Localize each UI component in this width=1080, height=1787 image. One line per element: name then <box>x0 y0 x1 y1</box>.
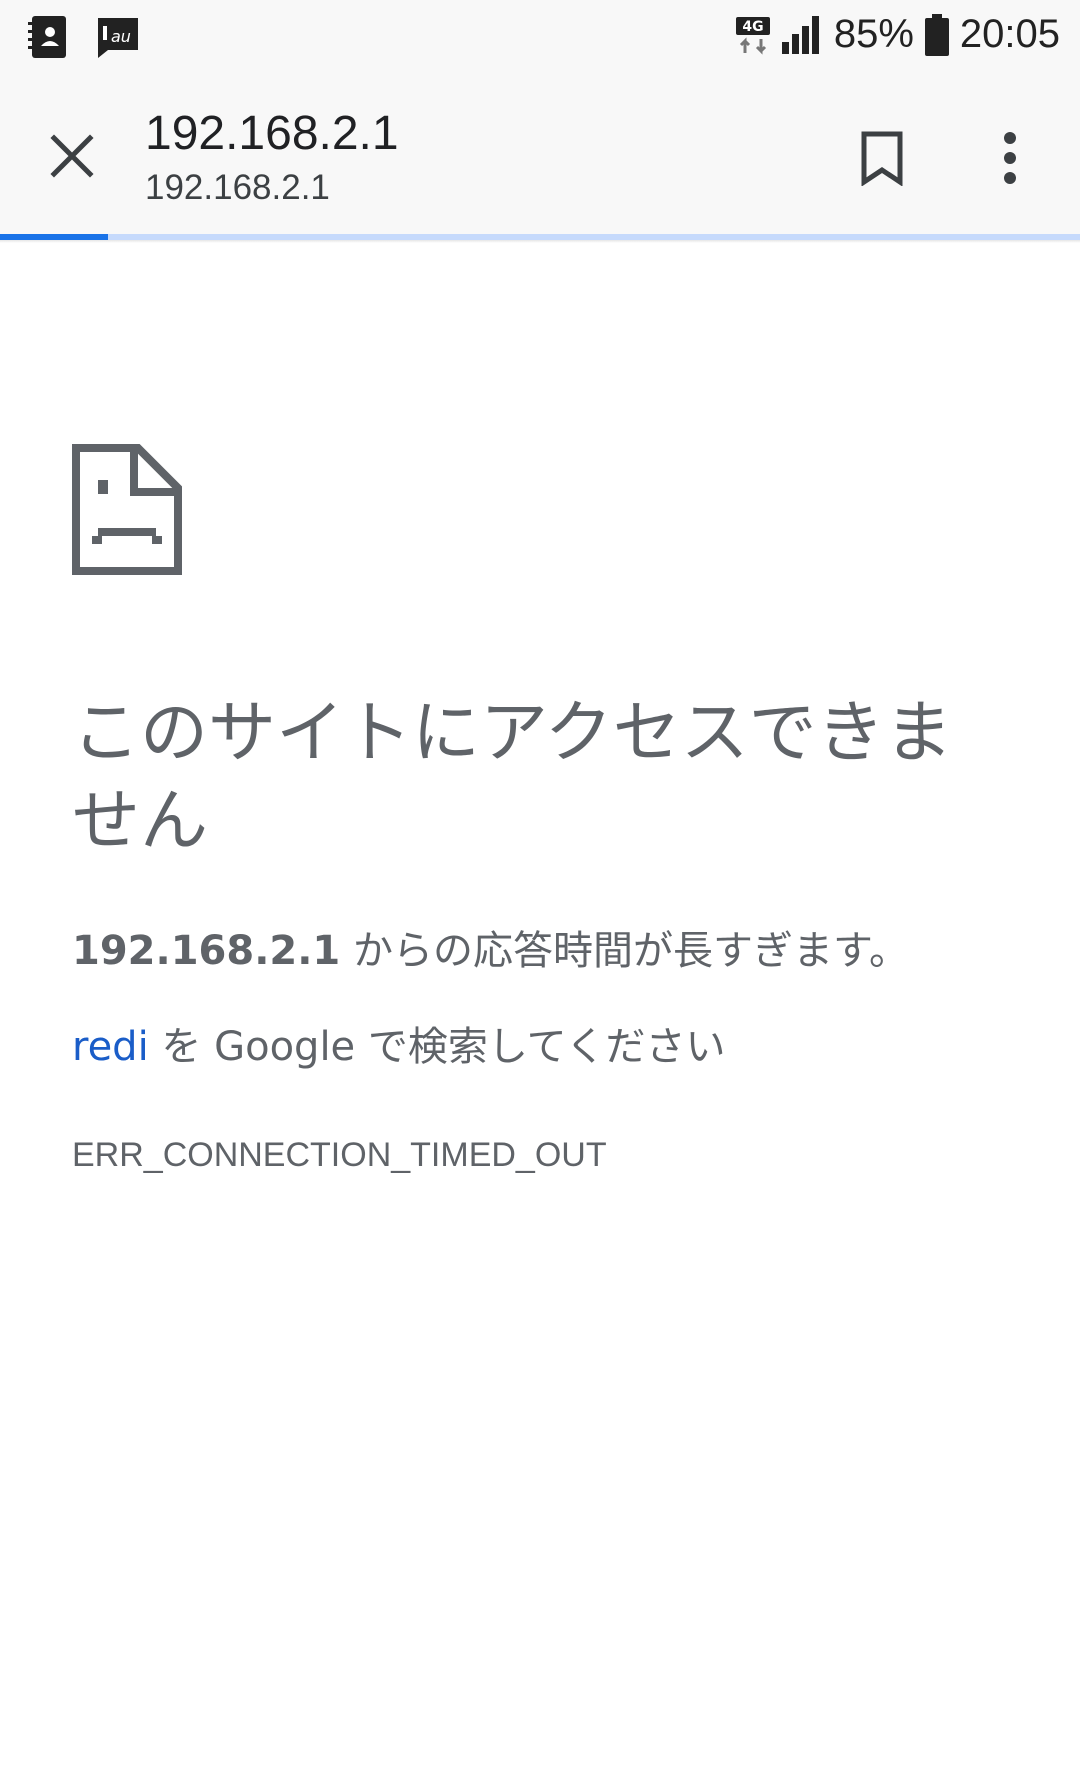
more-options-button[interactable] <box>978 126 1042 190</box>
error-message: 192.168.2.1 からの応答時間が長すぎます。 <box>72 918 1032 976</box>
status-bar: au 4G 85% 20:05 <box>0 0 1080 80</box>
close-icon <box>50 134 94 178</box>
sad-document-icon <box>72 444 182 575</box>
contacts-app-icon <box>28 16 66 58</box>
status-left-icons: au <box>26 14 142 60</box>
battery-percent: 85% <box>833 12 914 56</box>
close-button[interactable] <box>40 124 104 188</box>
4g-data-icon: 4G <box>735 16 770 55</box>
toolbar-shadow <box>0 240 1080 243</box>
search-suggestion-text: を Google で検索してください <box>148 1024 726 1070</box>
search-term-link[interactable]: redi <box>72 1024 149 1070</box>
svg-text:4G: 4G <box>742 19 763 35</box>
bookmark-button[interactable] <box>850 126 914 190</box>
more-vert-icon <box>1004 132 1016 184</box>
search-suggestion: redi を Google で検索してください <box>72 1014 1032 1072</box>
error-message-text: からの応答時間が長すぎます。 <box>340 928 909 974</box>
error-code: ERR_CONNECTION_TIMED_OUT <box>72 1136 607 1174</box>
au-carrier-icon: au <box>98 18 138 58</box>
bookmark-icon <box>861 131 903 186</box>
error-heading: このサイトにアクセスできません <box>72 694 953 861</box>
page-url[interactable]: 192.168.2.1 <box>145 168 330 208</box>
clock: 20:05 <box>959 12 1060 56</box>
page-title: 192.168.2.1 <box>145 107 399 160</box>
status-right-icons: 4G 85% 20:05 <box>735 12 1060 57</box>
error-host: 192.168.2.1 <box>72 928 341 974</box>
svg-text:au: au <box>111 27 131 46</box>
custom-tab-toolbar: 192.168.2.1 192.168.2.1 <box>0 80 1080 234</box>
signal-icon <box>781 15 819 54</box>
battery-icon <box>924 13 949 56</box>
